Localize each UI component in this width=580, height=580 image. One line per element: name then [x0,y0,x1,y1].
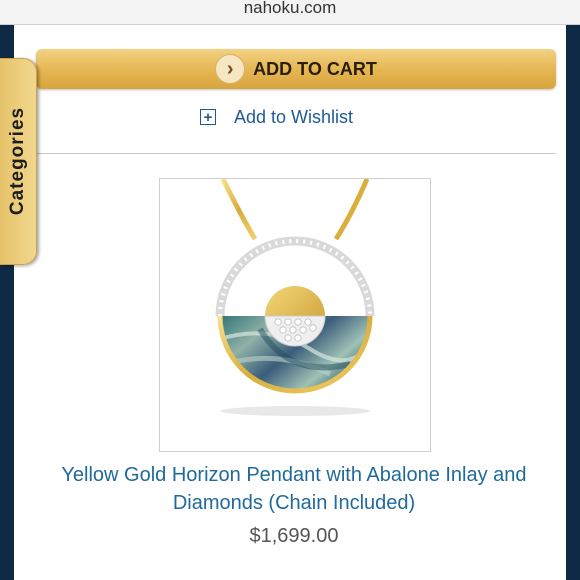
add-to-cart-button[interactable]: › ADD TO CART [36,49,556,89]
product-image[interactable] [159,177,431,452]
pendant-image-svg [215,177,375,416]
categories-tab[interactable]: Categories [0,58,37,265]
categories-tab-label: Categories [7,106,28,216]
add-to-wishlist-link[interactable]: + Add to Wishlist [200,105,353,129]
browser-url-bar[interactable]: nahoku.com [0,0,580,25]
product-price: $1,699.00 [249,525,339,547]
add-to-cart-label: ADD TO CART [253,58,377,79]
wishlist-label: Add to Wishlist [234,106,354,127]
url-text: nahoku.com [243,0,337,17]
plus-box-icon: + [200,109,216,125]
product-page: › ADD TO CART + Add to Wishlist Yellow G… [14,25,566,580]
chevron-right-icon: › [215,54,246,84]
divider [36,153,556,154]
product-title-link[interactable]: Yellow Gold Horizon Pendant with Abalone… [34,461,554,517]
